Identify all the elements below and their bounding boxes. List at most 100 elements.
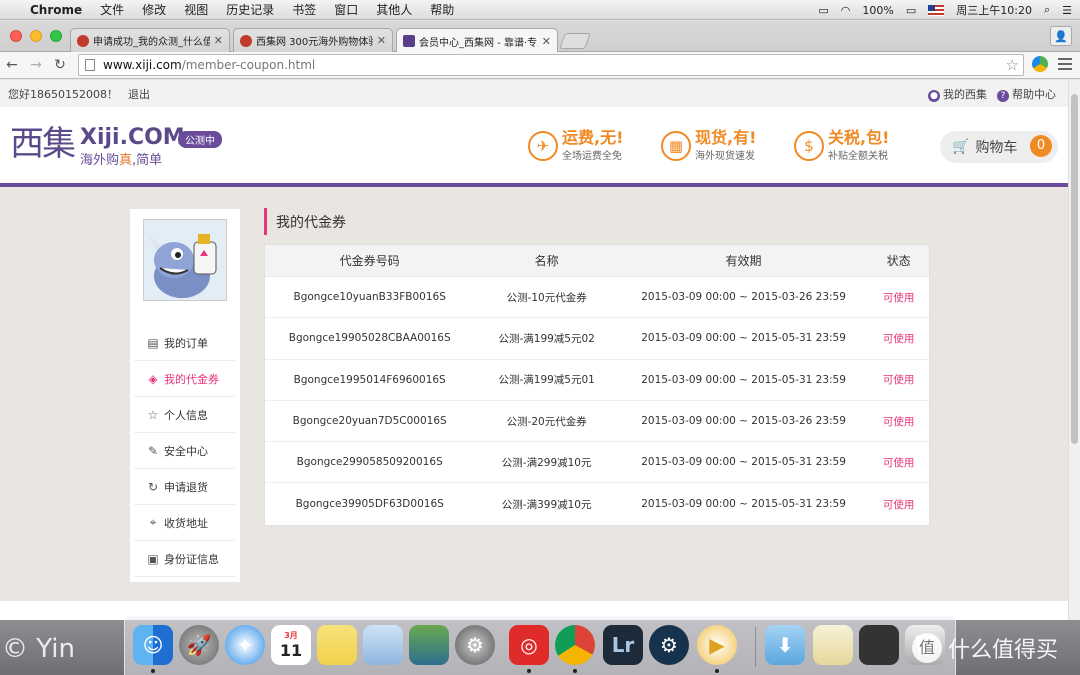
logo-chinese: 西集 xyxy=(10,124,76,164)
promo-subtitle: 全场运费全免 xyxy=(562,151,622,162)
menu-app-name[interactable]: Chrome xyxy=(30,3,82,17)
coupon-validity: 2015-03-09 00:00 ~ 2015-03-26 23:59 xyxy=(641,291,846,304)
iphoto-icon[interactable] xyxy=(409,625,449,665)
sidebar-item-label: 我的代金券 xyxy=(164,372,219,386)
safari-icon[interactable]: ✦ xyxy=(225,625,265,665)
menu-people[interactable]: 其他人 xyxy=(376,1,412,18)
page-title: 我的代金券 xyxy=(264,208,930,235)
screenshot-icon[interactable] xyxy=(859,625,899,665)
netease-music-icon[interactable]: ◎ xyxy=(509,625,549,665)
watermark-right: 值 什么值得买 xyxy=(912,632,1058,664)
coupon-status: 可使用 xyxy=(882,332,915,345)
close-tab-icon[interactable]: ✕ xyxy=(542,35,551,48)
back-arrow-icon[interactable]: ← xyxy=(0,57,24,73)
avatar[interactable] xyxy=(143,219,227,301)
site-logo[interactable]: 西集 Xiji.COM 海外购真,简单 xyxy=(10,124,185,169)
refresh-icon: ↻ xyxy=(147,479,159,494)
sidebar-item-security[interactable]: ✎ 安全中心 xyxy=(134,433,236,469)
documents-icon[interactable] xyxy=(813,625,853,665)
my-xiji-link[interactable]: ● 我的西集 xyxy=(928,86,987,102)
close-tab-icon[interactable]: ✕ xyxy=(377,34,386,47)
extension-icon[interactable] xyxy=(1032,56,1048,72)
chrome-menu-icon[interactable] xyxy=(1058,58,1072,70)
slogan-part-b: ,简单 xyxy=(132,153,163,168)
page-scrollbar[interactable] xyxy=(1068,80,1080,620)
table-row: Bgongce19905028CBAA0016S 公测-满199减5元02 20… xyxy=(265,318,929,360)
address-bar[interactable]: www.xiji.com /member-coupon.html ☆ xyxy=(78,54,1024,76)
menu-help[interactable]: 帮助 xyxy=(430,1,454,18)
table-row: Bgongce10yuanB33FB0016S 公测-10元代金券 2015-0… xyxy=(265,277,929,319)
logo-slogan: 海外购真,简单 xyxy=(80,149,185,168)
cart-button[interactable]: 🛒 购物车 0 xyxy=(940,131,1058,163)
battery-percent[interactable]: 100% xyxy=(862,4,893,17)
zoom-window-button[interactable] xyxy=(50,30,62,42)
smzdm-favicon-icon xyxy=(240,34,252,47)
profile-icon[interactable]: 👤 xyxy=(1050,26,1072,46)
chrome-icon[interactable] xyxy=(555,625,595,665)
promo-tax-covered: $ 关税,包! 补贴全额关税 xyxy=(794,129,889,162)
notes-icon[interactable] xyxy=(317,625,357,665)
system-preferences-icon[interactable]: ⚙ xyxy=(455,625,495,665)
bookmark-star-icon[interactable]: ☆ xyxy=(1006,56,1019,74)
sidebar-item-orders[interactable]: ▤ 我的订单 xyxy=(134,325,236,361)
us-flag-icon[interactable] xyxy=(928,4,945,16)
rhino-avatar-icon xyxy=(144,220,226,300)
menu-file[interactable]: 文件 xyxy=(100,1,124,18)
promo-title: 运费,无! xyxy=(562,128,624,147)
tab-smzdm[interactable]: 申请成功_我的众测_什么值得 ✕ xyxy=(70,28,230,52)
coupon-name: 公测-满299减10元 xyxy=(501,456,592,469)
spotlight-icon[interactable]: ⌕ xyxy=(1044,3,1050,17)
coupon-validity: 2015-03-09 00:00 ~ 2015-05-31 23:59 xyxy=(641,456,846,469)
menu-edit[interactable]: 修改 xyxy=(142,1,166,18)
sidebar-item-addresses[interactable]: ⌖ 收货地址 xyxy=(134,505,236,541)
sidebar-menu: ▤ 我的订单 ◈ 我的代金券 ☆ 个人信息 ✎ 安全中心 ↻ 申请退货 ⌖ 收货… xyxy=(130,325,240,577)
watermark-right-text: 什么值得买 xyxy=(948,638,1059,663)
watermark-left: © Yin xyxy=(2,634,75,664)
menu-window[interactable]: 窗口 xyxy=(334,1,358,18)
help-center-link[interactable]: ? 帮助中心 xyxy=(997,86,1056,102)
window-controls xyxy=(10,30,62,42)
launchpad-icon[interactable]: 🚀 xyxy=(179,625,219,665)
steam-icon[interactable]: ⚙ xyxy=(649,625,689,665)
tab-member-center[interactable]: 会员中心_西集网 - 靠谱·专业 ✕ xyxy=(396,28,558,53)
reload-icon[interactable]: ↻ xyxy=(48,57,72,73)
sidebar-item-id-info[interactable]: ▣ 身份证信息 xyxy=(134,541,236,577)
sidebar-item-label: 收货地址 xyxy=(164,516,208,530)
notification-center-icon[interactable]: ☰ xyxy=(1062,4,1072,17)
logout-link[interactable]: 退出 xyxy=(128,86,150,102)
scrollbar-thumb[interactable] xyxy=(1071,94,1078,444)
coupon-status: 可使用 xyxy=(882,456,915,469)
lightroom-icon[interactable]: Lr xyxy=(603,625,643,665)
logo-text: Xiji.COM 海外购真,简单 xyxy=(80,127,185,169)
sidebar-item-returns[interactable]: ↻ 申请退货 xyxy=(134,469,236,505)
cart-count-badge: 0 xyxy=(1030,135,1052,157)
finder-icon[interactable]: ☺ xyxy=(133,625,173,665)
downloads-icon[interactable]: ⬇ xyxy=(765,625,805,665)
battery-icon[interactable]: ▭ xyxy=(906,4,916,17)
star-icon: ☆ xyxy=(147,407,159,422)
tab-xiji-card[interactable]: 西集网 300元海外购物体验卡 ✕ xyxy=(233,28,393,52)
player-icon[interactable]: ▶ xyxy=(697,625,737,665)
close-tab-icon[interactable]: ✕ xyxy=(214,34,223,47)
menu-history[interactable]: 历史记录 xyxy=(226,1,274,18)
forward-arrow-icon[interactable]: → xyxy=(24,57,48,73)
menubar-clock[interactable]: 周三上午10:20 xyxy=(956,2,1032,18)
preview-icon[interactable] xyxy=(363,625,403,665)
menu-view[interactable]: 视图 xyxy=(184,1,208,18)
sidebar-item-profile[interactable]: ☆ 个人信息 xyxy=(134,397,236,433)
sidebar-item-coupons[interactable]: ◈ 我的代金券 xyxy=(134,361,236,397)
coupon-name: 公测-满199减5元01 xyxy=(498,374,595,387)
page-viewport: 您好18650152008！ 退出 ● 我的西集 ? 帮助中心 西集 Xiji.CO… xyxy=(0,80,1068,620)
new-tab-button[interactable] xyxy=(559,33,591,49)
wifi-icon[interactable]: ◠ xyxy=(841,4,851,17)
browser-toolbar: ← → ↻ www.xiji.com /member-coupon.html ☆ xyxy=(0,52,1080,79)
coupon-status: 可使用 xyxy=(882,374,915,387)
close-window-button[interactable] xyxy=(10,30,22,42)
promo-title: 现货,有! xyxy=(695,128,757,147)
member-sidebar: ▤ 我的订单 ◈ 我的代金券 ☆ 个人信息 ✎ 安全中心 ↻ 申请退货 ⌖ 收货… xyxy=(130,209,240,582)
airplay-icon[interactable]: ▭ xyxy=(818,4,828,17)
menu-bookmarks[interactable]: 书签 xyxy=(292,1,316,18)
coupon-validity: 2015-03-09 00:00 ~ 2015-05-31 23:59 xyxy=(641,498,846,511)
minimize-window-button[interactable] xyxy=(30,30,42,42)
calendar-icon[interactable]: 3月 11 xyxy=(271,625,311,665)
